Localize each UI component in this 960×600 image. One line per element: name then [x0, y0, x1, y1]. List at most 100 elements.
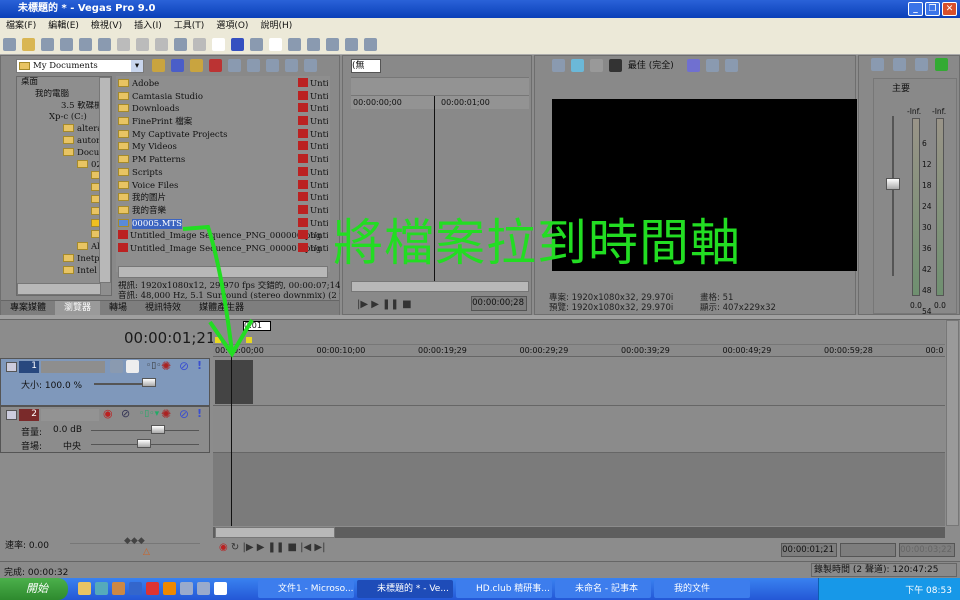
file-item[interactable]: Untit: [298, 192, 328, 205]
menu-edit[interactable]: 編輯(E): [48, 21, 79, 31]
dim-output-icon[interactable]: [915, 58, 928, 71]
tree-item[interactable]: [17, 218, 111, 231]
tab-transitions[interactable]: 轉場: [100, 301, 136, 316]
copy-snapshot-icon[interactable]: [705, 59, 719, 72]
menu-help[interactable]: 說明(H): [260, 21, 292, 31]
tree-item[interactable]: [17, 171, 111, 183]
ie-icon[interactable]: [129, 582, 142, 595]
auto-ripple-icon[interactable]: [231, 38, 244, 51]
app-icon[interactable]: [197, 582, 210, 595]
cut-icon[interactable]: [117, 38, 130, 51]
tree-item[interactable]: 我的電腦: [17, 89, 111, 101]
loop-end-icon[interactable]: [246, 337, 252, 343]
save-snapshot-icon[interactable]: [724, 59, 738, 72]
timeline-area[interactable]: [213, 344, 945, 526]
app-icon[interactable]: [95, 582, 108, 595]
selection-start-time[interactable]: 00:00:01;21: [781, 543, 837, 557]
path-dropdown[interactable]: My Documents ▾: [16, 59, 144, 73]
tab-explorer[interactable]: 瀏覽器: [55, 301, 101, 316]
file-item[interactable]: Untit: [298, 78, 328, 91]
menu-insert[interactable]: 插入(I): [134, 21, 162, 31]
tree-item[interactable]: [17, 183, 111, 195]
task-my-documents[interactable]: 我的文件: [654, 580, 750, 598]
file-item[interactable]: Untit: [298, 103, 328, 116]
split-screen-icon[interactable]: [590, 59, 603, 72]
trimmer-dropdown[interactable]: (無: [351, 59, 381, 73]
tree-item[interactable]: [17, 230, 111, 242]
properties-icon[interactable]: [98, 38, 111, 51]
go-to-end-icon[interactable]: ▶|: [314, 542, 325, 553]
master-fader[interactable]: [886, 178, 900, 190]
tree-horizontal-scrollbar[interactable]: [17, 283, 101, 295]
file-item[interactable]: Untit: [298, 179, 328, 193]
overlays-icon[interactable]: [686, 59, 700, 72]
copy-icon[interactable]: [136, 38, 149, 51]
selection-end-time-empty[interactable]: [840, 543, 896, 557]
redo-icon[interactable]: [193, 38, 206, 51]
save-icon[interactable]: [41, 38, 54, 51]
menu-file[interactable]: 檔案(F): [6, 21, 36, 31]
tree-item[interactable]: altera: [17, 124, 111, 136]
invert-phase-icon[interactable]: ⊘: [121, 407, 130, 420]
solo-icon[interactable]: !: [197, 407, 202, 420]
task-chrome[interactable]: HD.club 精研事...: [456, 580, 552, 598]
audio-track-lane[interactable]: [213, 406, 945, 453]
minimize-button[interactable]: _: [908, 2, 923, 16]
tree-item[interactable]: Docum: [17, 147, 111, 160]
paste-icon[interactable]: [155, 38, 168, 51]
pause-icon[interactable]: ❚❚: [268, 542, 288, 553]
bypass-motion-blur-icon[interactable]: ◦▯◦: [146, 361, 162, 371]
new-folder-icon[interactable]: [190, 59, 203, 72]
pan-slider[interactable]: [137, 439, 151, 448]
file-item[interactable]: Untit: [298, 204, 328, 218]
task-notepad[interactable]: 未命名 - 記事本: [555, 580, 651, 598]
app-icon[interactable]: [180, 582, 193, 595]
preview-quality-icon[interactable]: [609, 59, 622, 72]
preview-properties-icon[interactable]: [552, 59, 565, 72]
snap-icon[interactable]: [212, 38, 225, 51]
views-icon[interactable]: [304, 59, 317, 72]
ignore-grouping-icon[interactable]: [269, 38, 282, 51]
firefox-icon[interactable]: [163, 582, 176, 595]
track-fx-icon[interactable]: ✺: [161, 359, 171, 373]
play-icon[interactable]: ▶: [371, 299, 382, 310]
file-item[interactable]: Untit: [298, 217, 328, 231]
tree-item[interactable]: Inetpu: [17, 253, 111, 266]
lock-envelopes-icon[interactable]: [250, 38, 263, 51]
tab-media-generators[interactable]: 媒體產生器: [190, 301, 253, 316]
marker-bar[interactable]: 0:01: [213, 320, 945, 344]
menu-tools[interactable]: 工具(T): [174, 21, 205, 31]
tree-item[interactable]: 02: [17, 159, 111, 172]
external-monitor-icon[interactable]: [571, 59, 584, 72]
insert-bus-icon[interactable]: [935, 58, 948, 71]
solo-icon[interactable]: !: [197, 359, 202, 372]
track-header-video[interactable]: 1 ◦▯◦ ✺ ⊘ ! 大小: 100.0 %: [0, 358, 210, 406]
task-word[interactable]: 文件1 - Microso...: [258, 580, 354, 598]
stop-icon[interactable]: ■: [288, 542, 301, 553]
start-button[interactable]: 開始: [0, 578, 68, 600]
composite-mode-icon[interactable]: [110, 360, 123, 373]
mixer-properties-icon[interactable]: [871, 58, 884, 71]
arm-record-icon[interactable]: ◉: [103, 407, 113, 420]
envelope-tool-icon[interactable]: [307, 38, 320, 51]
level-slider[interactable]: [142, 378, 156, 387]
refresh-icon[interactable]: [171, 59, 184, 72]
open-icon[interactable]: [22, 38, 35, 51]
track-fx-icon[interactable]: ✺: [161, 407, 171, 421]
file-item[interactable]: Untit: [298, 90, 328, 104]
quality-dropdown[interactable]: 最佳 (完全): [628, 61, 674, 71]
maximize-button[interactable]: ❐: [925, 2, 940, 16]
trimmer-scrollbar[interactable]: [351, 281, 529, 292]
tab-project-media[interactable]: 專案媒體: [1, 301, 55, 316]
play-icon[interactable]: ▶: [257, 542, 268, 553]
normal-edit-tool-icon[interactable]: [288, 38, 301, 51]
file-item[interactable]: Untit: [298, 166, 328, 180]
tree-item[interactable]: Al: [17, 242, 111, 254]
show-desktop-icon[interactable]: [78, 582, 91, 595]
delete-icon[interactable]: [209, 59, 222, 72]
tree-item[interactable]: Xp-c (C:): [17, 112, 111, 124]
stop-icon[interactable]: [266, 59, 279, 72]
tree-item[interactable]: Intel: [17, 265, 111, 278]
go-to-start-icon[interactable]: |◀: [300, 542, 314, 553]
rate-reset-icon[interactable]: △: [143, 547, 150, 557]
